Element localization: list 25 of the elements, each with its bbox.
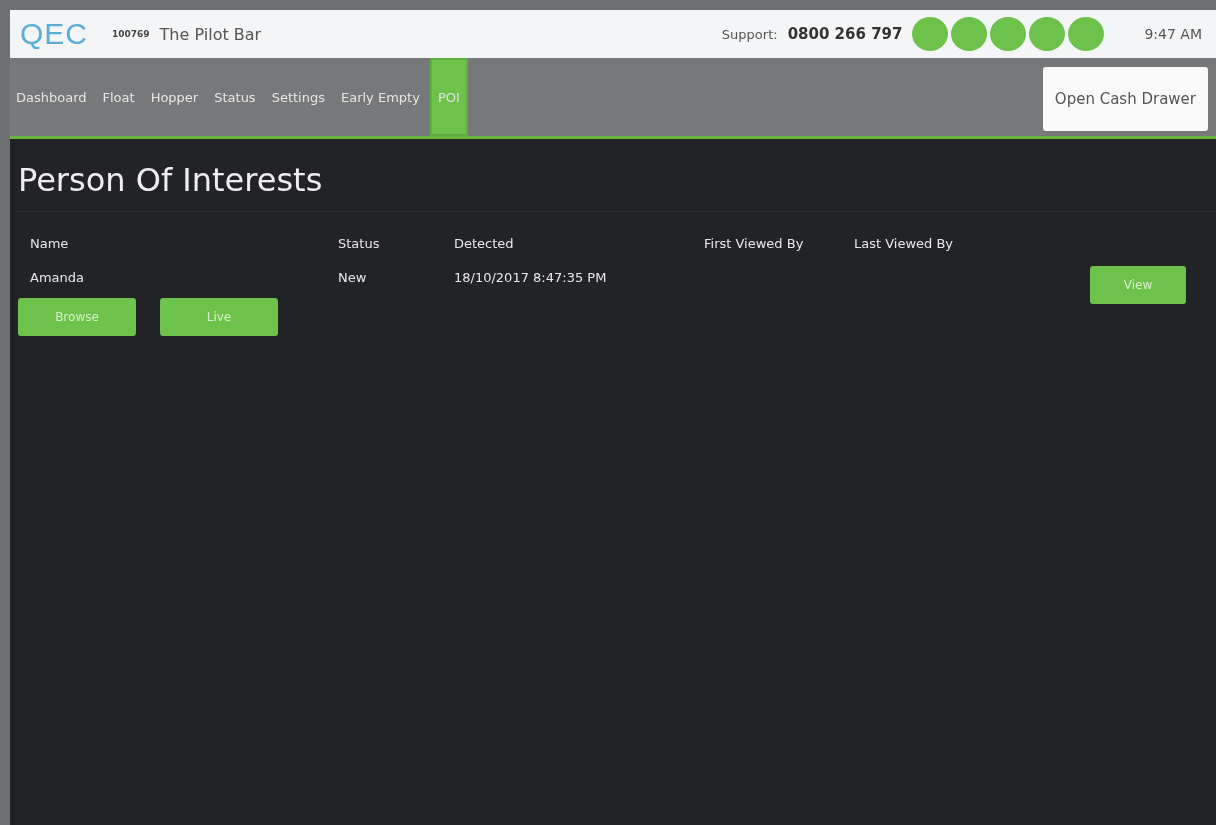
nav-tab[interactable]: Dashboard [10,58,93,136]
table-cell: Amanda [30,269,84,285]
clock-time: 9:47 AM [1144,26,1202,42]
nav-tab[interactable]: Hopper [144,58,205,136]
support-phone: 0800 266 797 [787,25,903,43]
nav-tab[interactable]: Settings [265,58,331,136]
column-header: Last Viewed By [854,235,955,251]
support-label: Support: [721,26,778,42]
nav-tab[interactable]: Status [208,58,262,136]
open-cash-drawer-button[interactable]: Open Cash Drawer [1042,67,1208,131]
table-cell: 18/10/2017 8:47:35 PM [454,269,607,285]
store-name: The Pilot Bar [159,24,262,44]
nav-tab[interactable]: Float [96,58,141,136]
store-id: 100769 [112,29,150,39]
nav-tab[interactable]: Early Empty [335,58,426,136]
logo: QEC [20,17,88,51]
column-header: First Viewed By [704,235,805,251]
view-button[interactable]: View [1090,266,1186,304]
column-header: Status [338,235,381,251]
action-button[interactable]: Browse [18,298,136,336]
column-header: Detected [454,235,515,251]
column-header: Name [30,235,70,251]
page-title: Person Of Interests [18,139,1216,212]
action-button[interactable]: Live [160,298,278,336]
table-cell: New [338,269,367,285]
